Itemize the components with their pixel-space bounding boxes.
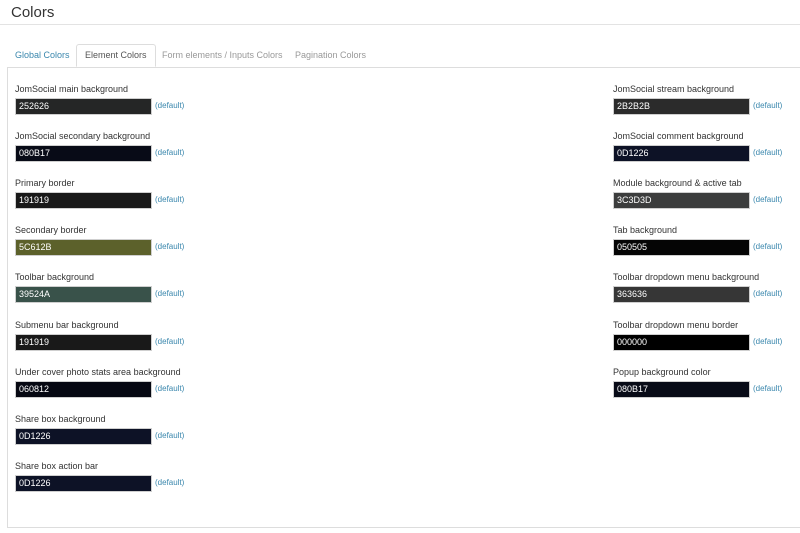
field-label: Secondary border — [15, 225, 87, 235]
reset-default-link[interactable]: (default) — [155, 148, 184, 157]
field-label: Tab background — [613, 225, 678, 235]
color-input[interactable]: 39524A — [15, 286, 152, 303]
reset-default-link[interactable]: (default) — [155, 431, 184, 440]
field-label: Toolbar dropdown menu border — [613, 320, 739, 330]
color-input[interactable]: 000000 — [613, 334, 750, 351]
color-input[interactable]: 0D1226 — [15, 475, 152, 492]
field-label: Popup background color — [613, 367, 711, 377]
field-label: Module background & active tab — [613, 178, 742, 188]
page-title: Colors — [11, 4, 55, 21]
reset-default-link[interactable]: (default) — [155, 289, 184, 298]
reset-default-link[interactable]: (default) — [753, 148, 782, 157]
reset-default-link[interactable]: (default) — [155, 101, 184, 110]
color-input[interactable]: 080B17 — [15, 145, 152, 162]
color-input[interactable]: 252626 — [15, 98, 152, 115]
reset-default-link[interactable]: (default) — [155, 384, 184, 393]
field-label: Share box background — [15, 414, 106, 424]
field-label: Submenu bar background — [15, 320, 119, 330]
field-label: JomSocial secondary background — [15, 131, 151, 141]
field-label: Toolbar background — [15, 272, 95, 282]
reset-default-link[interactable]: (default) — [753, 337, 782, 346]
color-input[interactable]: 3C3D3D — [613, 192, 750, 209]
field-label: JomSocial comment background — [613, 131, 744, 141]
title-divider — [0, 24, 800, 25]
tab-form-elements-inputs-colors[interactable]: Form elements / Inputs Colors — [154, 45, 291, 66]
reset-default-link[interactable]: (default) — [753, 195, 782, 204]
reset-default-link[interactable]: (default) — [753, 101, 782, 110]
color-input[interactable]: 080B17 — [613, 381, 750, 398]
field-label: Share box action bar — [15, 461, 99, 471]
color-input[interactable]: 0D1226 — [613, 145, 750, 162]
reset-default-link[interactable]: (default) — [155, 242, 184, 251]
field-label: Toolbar dropdown menu background — [613, 272, 760, 282]
reset-default-link[interactable]: (default) — [155, 195, 184, 204]
reset-default-link[interactable]: (default) — [155, 478, 184, 487]
color-input[interactable]: 2B2B2B — [613, 98, 750, 115]
reset-default-link[interactable]: (default) — [753, 242, 782, 251]
color-input[interactable]: 5C612B — [15, 239, 152, 256]
color-input[interactable]: 060812 — [15, 381, 152, 398]
color-input[interactable]: 0D1226 — [15, 428, 152, 445]
reset-default-link[interactable]: (default) — [155, 337, 184, 346]
color-input[interactable]: 191919 — [15, 334, 152, 351]
color-input[interactable]: 191919 — [15, 192, 152, 209]
field-label: Primary border — [15, 178, 75, 188]
tab-global-colors[interactable]: Global Colors — [7, 45, 78, 66]
color-input[interactable]: 050505 — [613, 239, 750, 256]
tab-element-colors[interactable]: Element Colors — [76, 44, 156, 67]
reset-default-link[interactable]: (default) — [753, 289, 782, 298]
color-tabs: Global Colors Element Colors Form elemen… — [7, 44, 800, 68]
color-input[interactable]: 363636 — [613, 286, 750, 303]
field-label: JomSocial main background — [15, 84, 129, 94]
tab-pagination-colors[interactable]: Pagination Colors — [287, 45, 374, 66]
field-label: JomSocial stream background — [613, 84, 735, 94]
reset-default-link[interactable]: (default) — [753, 384, 782, 393]
field-label: Under cover photo stats area background — [15, 367, 181, 377]
